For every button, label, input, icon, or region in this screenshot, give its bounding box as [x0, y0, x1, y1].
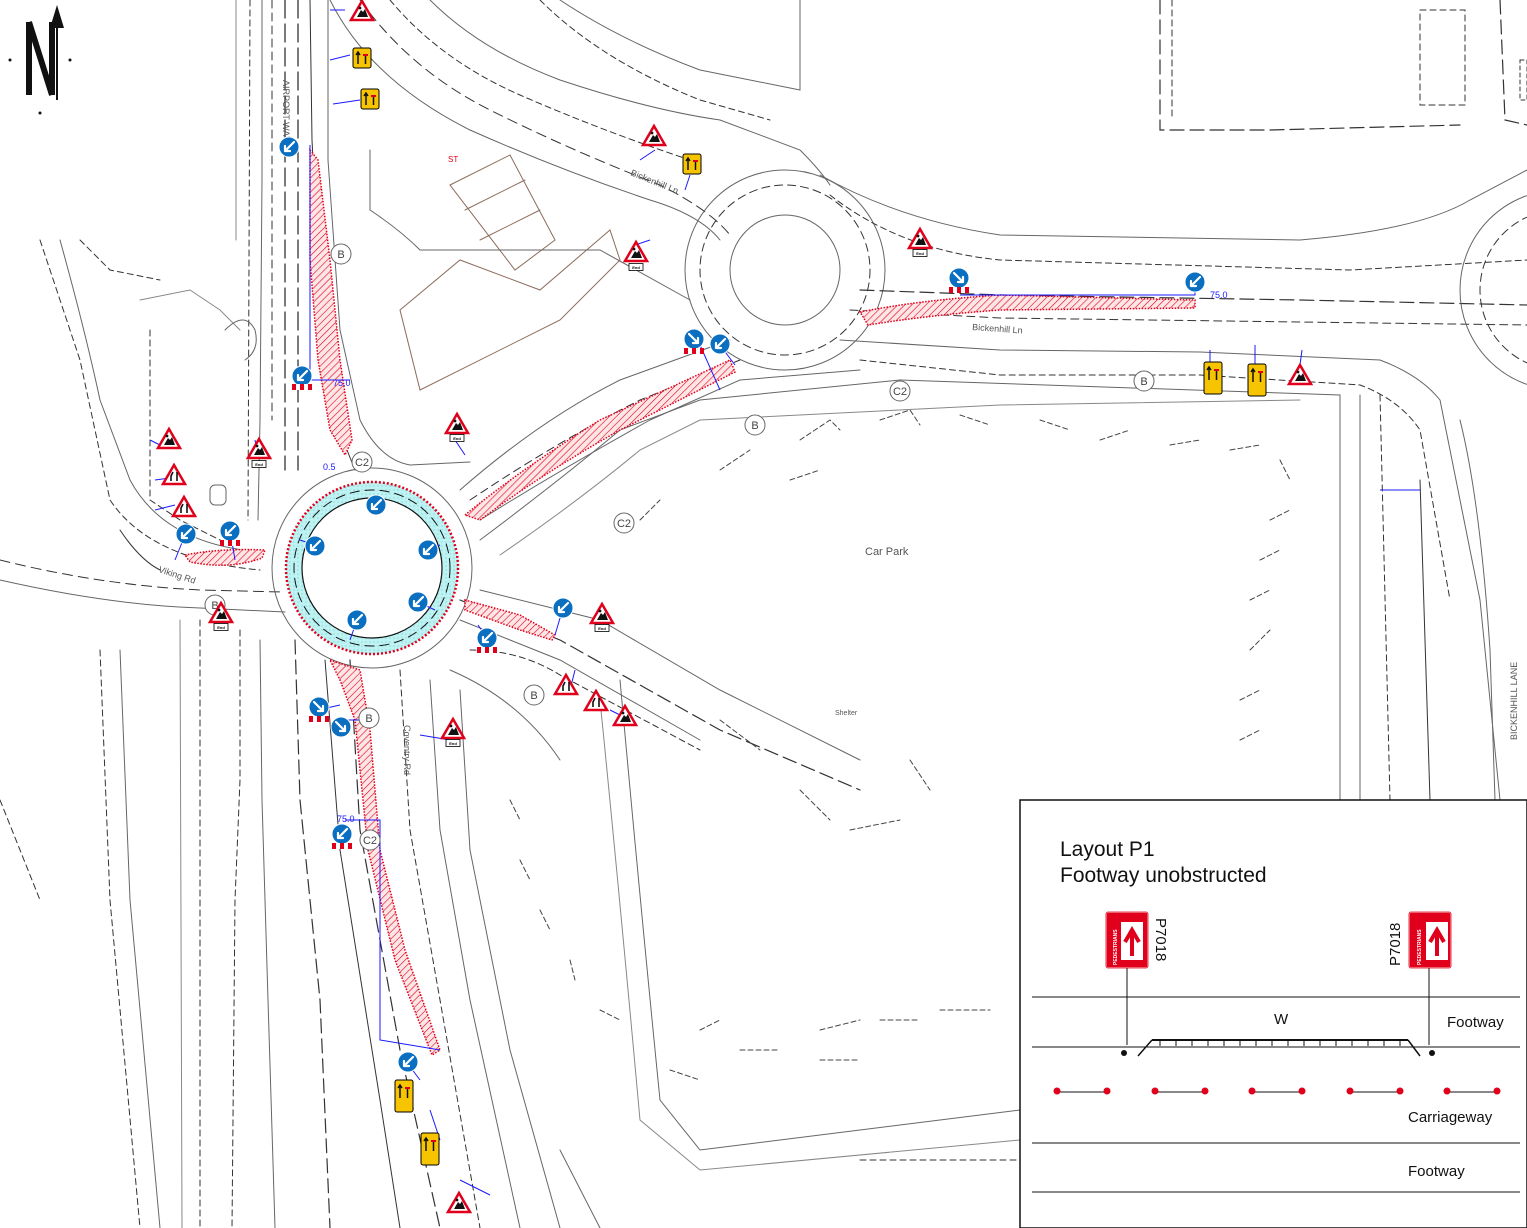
lane-closure-sign-icon	[420, 1132, 440, 1166]
road-label-viking-rd: Viking Rd	[157, 564, 197, 585]
road-narrows-sign-icon	[553, 673, 579, 696]
barrier-plate-icon	[332, 843, 352, 849]
svg-text:PEDESTRIANS: PEDESTRIANS	[1113, 929, 1119, 965]
barrier-plate-icon	[292, 384, 312, 390]
lane-closure-sign-icon	[1203, 361, 1223, 395]
barrier-plate-icon	[477, 647, 497, 653]
svg-text:B: B	[365, 713, 372, 725]
legend-panel: Layout P1 Footway unobstructed PEDESTRIA…	[1019, 799, 1527, 1228]
svg-text:B: B	[337, 249, 344, 261]
barrier-plate-icon	[309, 716, 329, 722]
svg-text:PEDESTRIANS: PEDESTRIANS	[1417, 929, 1423, 965]
svg-text:75.0: 75.0	[333, 378, 351, 388]
roadworks-sign-icon	[440, 717, 466, 740]
keep-left-sign-icon	[396, 1050, 420, 1074]
keep-left-sign-icon	[475, 626, 499, 650]
end-plate-icon	[251, 460, 267, 468]
keep-left-sign-icon	[551, 596, 575, 620]
barrier-plate-icon	[220, 540, 240, 546]
end-plate-icon	[594, 624, 610, 632]
keep-left-sign-icon	[218, 519, 242, 543]
area-label-st: ST	[448, 155, 458, 164]
lane-closure-sign-icon	[360, 88, 380, 110]
end-plate-icon	[445, 739, 461, 747]
keep-left-sign-icon	[330, 822, 354, 846]
svg-text:75.0: 75.0	[1210, 290, 1228, 300]
barrier-plate-icon	[949, 287, 969, 293]
sign-code-right: P7018	[1387, 923, 1404, 966]
keep-left-sign-icon	[708, 332, 732, 356]
road-label-coventry-rd: Coventry Rd	[402, 725, 412, 775]
svg-text:C2: C2	[893, 386, 907, 398]
roadworks-sign-icon	[623, 240, 649, 263]
area-label-car-park: Car Park	[865, 546, 909, 558]
carriageway-label: Carriageway	[1408, 1109, 1493, 1126]
end-plate-icon	[628, 263, 644, 271]
barrier-plate-icon	[684, 348, 704, 354]
road-label-airport-way: AIRPORT WAY	[281, 80, 291, 142]
roadworks-sign-icon	[446, 1191, 472, 1214]
roadworks-sign-icon	[641, 124, 667, 147]
footway-top-label: Footway	[1447, 1014, 1504, 1031]
footway-bottom-label: Footway	[1408, 1163, 1465, 1180]
roadworks-sign-icon	[246, 437, 272, 460]
road-label-bickenhill-lower: Bickenhill Ln	[972, 322, 1023, 336]
legend-title: Layout P1	[1060, 838, 1155, 861]
end-plate-icon	[213, 623, 229, 631]
svg-text:B: B	[530, 690, 537, 702]
lane-closure-sign-icon	[394, 1079, 414, 1113]
svg-text:0.5: 0.5	[323, 462, 336, 472]
svg-text:C2: C2	[363, 835, 377, 847]
road-label-bickenhill-lane: BICKENHILL LANE	[1509, 662, 1519, 740]
traffic-management-plan: End	[0, 0, 1527, 1228]
keep-right-sign-icon	[947, 266, 971, 290]
area-label-shelter: Shelter	[835, 710, 858, 717]
keep-left-sign-icon	[303, 534, 327, 558]
keep-right-sign-icon	[307, 695, 331, 719]
keep-right-sign-icon	[329, 715, 353, 739]
legend-subtitle: Footway unobstructed	[1060, 864, 1267, 887]
roadworks-sign-icon	[156, 427, 182, 450]
svg-text:C2: C2	[355, 457, 369, 469]
roadworks-sign-icon	[349, 0, 375, 22]
lane-closure-sign-icon	[1247, 363, 1267, 397]
end-plate-icon	[912, 249, 928, 257]
keep-right-sign-icon	[682, 327, 706, 351]
end-plate-icon	[449, 434, 465, 442]
keep-left-sign-icon	[345, 608, 369, 632]
roadworks-sign-icon	[589, 602, 615, 625]
roadworks-sign-icon	[907, 227, 933, 250]
svg-text:B: B	[1140, 376, 1147, 388]
roadworks-sign-icon	[612, 704, 638, 727]
keep-left-sign-icon	[406, 590, 430, 614]
svg-text:C2: C2	[617, 518, 631, 530]
sign-code-left: P7018	[1152, 918, 1169, 961]
keep-left-sign-icon	[364, 493, 388, 517]
road-narrows-sign-icon	[161, 463, 187, 486]
road-label-bickenhill-upper: Bickenhill Ln	[629, 168, 680, 196]
lane-closure-sign-icon	[682, 153, 702, 175]
road-narrows-sign-icon	[171, 495, 197, 518]
width-label: W	[1274, 1011, 1289, 1028]
roadworks-sign-icon	[1287, 363, 1313, 386]
keep-left-sign-icon	[174, 522, 198, 546]
north-arrow-icon: N	[8, 5, 72, 115]
svg-text:B: B	[751, 420, 758, 432]
keep-left-sign-icon	[277, 135, 301, 159]
roadworks-sign-icon	[444, 412, 470, 435]
keep-left-sign-icon	[290, 364, 314, 388]
keep-left-sign-icon	[416, 538, 440, 562]
keep-left-sign-icon	[1183, 270, 1207, 294]
lane-closure-sign-icon	[352, 47, 372, 69]
svg-text:75.0: 75.0	[337, 814, 355, 824]
road-narrows-sign-icon	[583, 689, 609, 712]
